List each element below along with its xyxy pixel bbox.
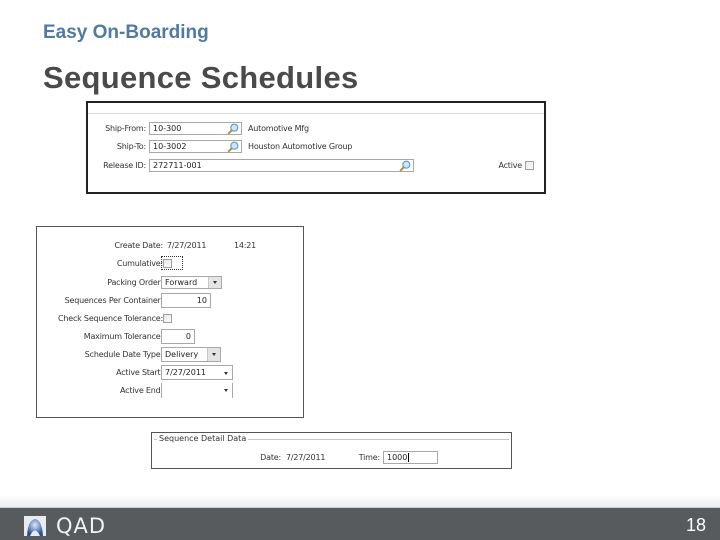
create-date-label: Create Date: [114, 241, 163, 250]
ship-from-description: Automotive Mfg [248, 124, 309, 133]
release-header-panel: Ship-From: 10-300 Automotive Mfg Ship-To… [86, 101, 546, 194]
release-id-input[interactable]: 272711-001 [149, 159, 414, 172]
ship-to-description: Houston Automotive Group [248, 142, 353, 151]
active-start-select[interactable]: 7/27/2011 [161, 365, 233, 380]
schedule-date-type-select[interactable]: Delivery [161, 347, 221, 362]
maximum-tolerance-input[interactable]: 0 [161, 329, 195, 344]
date-label: Date: [260, 453, 281, 462]
chevron-down-icon [213, 281, 217, 284]
ship-from-value: 10-300 [153, 124, 182, 133]
sequences-per-container-input[interactable]: 10 [161, 293, 211, 308]
active-end-label: Active End: [120, 386, 163, 395]
chevron-down-icon[interactable] [224, 372, 228, 375]
sequences-per-container-label: Sequences Per Container: [64, 296, 164, 305]
date-value: 7/27/2011 [286, 453, 326, 462]
packing-order-label: Packing Order: [107, 278, 163, 287]
create-date-value: 7/27/2011 [167, 241, 207, 250]
chevron-down-icon[interactable] [224, 389, 228, 392]
check-sequence-tolerance-checkbox[interactable] [163, 314, 172, 323]
footer-shadow [0, 495, 720, 507]
time-value: 1000 [387, 453, 408, 462]
ship-from-label: Ship-From: [105, 124, 146, 133]
ship-to-value: 10-3002 [153, 142, 187, 151]
check-sequence-tolerance-label: Check Sequence Tolerance: [57, 314, 163, 323]
create-time-value: 14:21 [234, 241, 257, 250]
sequence-detail-legend: Sequence Detail Data [157, 434, 249, 443]
sequence-detail-panel: Sequence Detail Data Date: 7/27/2011 Tim… [151, 432, 512, 469]
page-number: 18 [685, 515, 706, 535]
dropdown-button[interactable] [208, 277, 221, 288]
packing-order-value: Forward [165, 278, 198, 287]
search-icon[interactable] [227, 123, 239, 135]
cumulative-label: Cumulative: [116, 259, 163, 268]
active-start-value: 7/27/2011 [165, 368, 207, 377]
active-label: Active [498, 161, 522, 170]
qad-logo-icon [24, 516, 46, 536]
ship-to-label: Ship-To: [116, 142, 146, 151]
panel-divider [88, 113, 544, 114]
schedule-date-type-value: Delivery [165, 350, 199, 359]
search-icon[interactable] [227, 141, 239, 153]
release-id-label: Release ID: [103, 161, 146, 170]
qad-logo-text: QAD [56, 514, 107, 538]
chevron-down-icon [212, 353, 216, 356]
active-end-select[interactable] [161, 383, 233, 398]
ship-from-input[interactable]: 10-300 [149, 122, 242, 135]
maximum-tolerance-label: Maximum Tolerance: [83, 332, 163, 341]
search-icon[interactable] [399, 160, 411, 172]
schedule-detail-panel: Create Date: 7/27/2011 14:21 Cumulative:… [36, 226, 304, 418]
active-checkbox[interactable] [525, 161, 534, 170]
time-label: Time: [358, 453, 380, 462]
cumulative-checkbox[interactable] [163, 259, 172, 268]
ship-to-input[interactable]: 10-3002 [149, 140, 242, 153]
packing-order-select[interactable]: Forward [161, 276, 222, 289]
slide-subtitle: Easy On-Boarding [43, 22, 209, 43]
slide-footer: QAD 18 [0, 507, 720, 540]
dropdown-button[interactable] [207, 348, 220, 361]
schedule-date-type-label: Schedule Date Type: [84, 350, 163, 359]
release-id-value: 272711-001 [153, 161, 202, 170]
slide-title: Sequence Schedules [43, 60, 359, 95]
time-input[interactable]: 1000 [383, 451, 438, 464]
active-start-label: Active Start: [116, 368, 163, 377]
text-cursor [408, 453, 410, 462]
